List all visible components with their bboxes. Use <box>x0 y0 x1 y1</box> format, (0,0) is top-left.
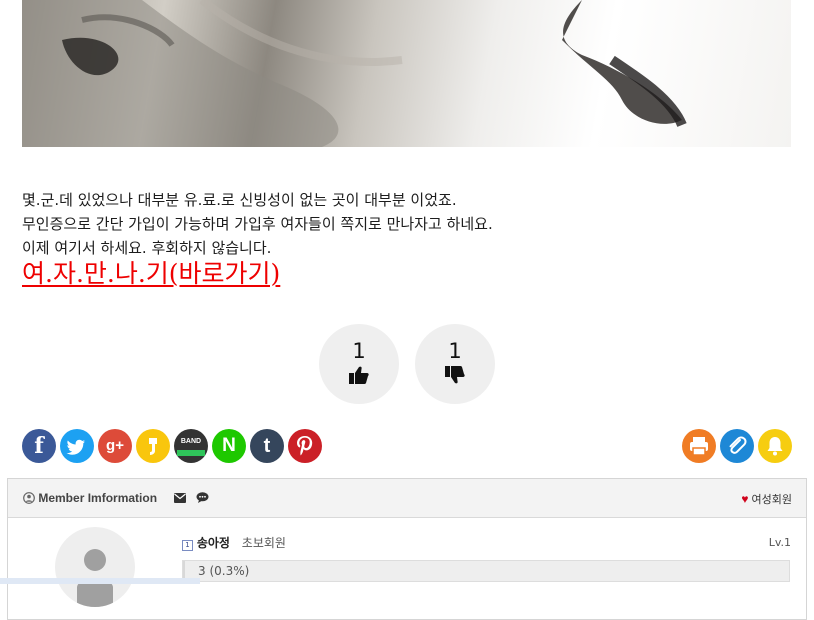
upvote-button[interactable]: 1 <box>319 324 399 404</box>
share-pinterest-button[interactable] <box>288 429 322 463</box>
share-tumblr-button[interactable]: t <box>250 429 284 463</box>
user-circle-icon <box>23 492 35 504</box>
band-label: BAND <box>180 438 202 445</box>
print-button[interactable] <box>682 429 716 463</box>
member-info-panel: Member Imformation ♥ 여성회원 1 송아정 초보회원 Lv.… <box>7 478 807 620</box>
share-googleplus-button[interactable]: g+ <box>98 429 132 463</box>
envelope-icon[interactable] <box>174 493 187 503</box>
heart-icon: ♥ <box>741 492 749 506</box>
member-info-header: Member Imformation ♥ 여성회원 <box>8 479 806 518</box>
post-paragraph: 무인증으로 간단 가입이 가능하며 가입후 여자들이 쪽지로 만나자고 하네요. <box>22 215 493 233</box>
exp-progress-bar: 3 (0.3%) <box>182 560 790 582</box>
post-body: 몇.군.데 있었으나 대부분 유.료.로 신빙성이 없는 곳이 대부분 이었죠.… <box>22 188 792 260</box>
avatar[interactable] <box>55 527 135 607</box>
twitter-icon <box>66 439 85 455</box>
naver-icon: N <box>222 435 236 456</box>
member-gender-label: 여성회원 <box>751 494 792 506</box>
share-naver-button[interactable]: N <box>212 429 246 463</box>
member-info-label: Member Imformation <box>38 491 158 505</box>
thumbs-up-icon <box>349 366 369 384</box>
promo-link[interactable]: 여.자.만.나.기(바로가기) <box>22 254 280 290</box>
post-image <box>22 0 791 147</box>
member-name-row: 1 송아정 초보회원 <box>182 534 286 551</box>
googleplus-icon: g+ <box>106 437 124 454</box>
pinterest-icon <box>297 436 313 456</box>
member-gender: ♥ 여성회원 <box>741 491 792 507</box>
member-grade: 초보회원 <box>241 536 286 550</box>
level-badge: 1 <box>182 540 193 551</box>
share-kakaostory-button[interactable] <box>136 429 170 463</box>
share-facebook-button[interactable]: f <box>22 429 56 463</box>
member-username[interactable]: 송아정 <box>197 536 230 550</box>
bottom-scroll-strip <box>0 578 200 584</box>
share-twitter-button[interactable] <box>60 429 94 463</box>
thumbs-down-icon <box>445 366 465 384</box>
kakaostory-icon <box>149 438 157 455</box>
paperclip-icon <box>729 436 747 454</box>
downvote-button[interactable]: 1 <box>415 324 495 404</box>
facebook-icon: f <box>34 433 44 459</box>
bell-icon <box>767 437 783 456</box>
print-icon <box>690 437 708 456</box>
upvote-count: 1 <box>352 339 366 363</box>
member-info-title: Member Imformation <box>23 491 209 505</box>
share-band-button[interactable]: BAND <box>174 429 208 463</box>
member-level: Lv.1 <box>768 536 791 549</box>
tumblr-icon: t <box>263 435 271 457</box>
chat-icon[interactable] <box>196 492 209 503</box>
exp-progress-text: 3 (0.3%) <box>198 564 250 578</box>
post-paragraph: 몇.군.데 있었으나 대부분 유.료.로 신빙성이 없는 곳이 대부분 이었죠. <box>22 191 457 209</box>
alarm-button[interactable] <box>758 429 792 463</box>
downvote-count: 1 <box>448 339 462 363</box>
attachment-button[interactable] <box>720 429 754 463</box>
default-avatar-icon <box>77 549 113 607</box>
